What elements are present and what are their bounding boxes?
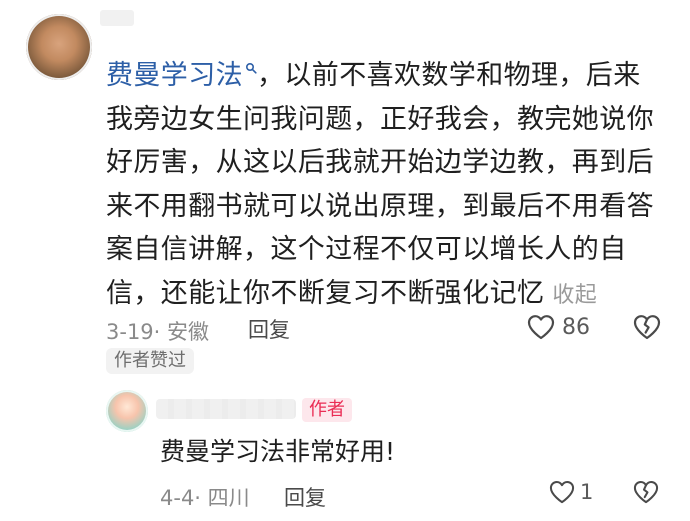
- reply-button[interactable]: 回复: [248, 314, 290, 344]
- reply-like-button[interactable]: 1: [548, 476, 593, 508]
- reply-meta: 4-4· 四川 回复 1: [160, 480, 680, 512]
- username-redacted: [100, 10, 134, 26]
- reply-text: 费曼学习法非常好用!: [160, 437, 396, 466]
- comment-text: ，以前不喜欢数学和物理，后来我旁边女生问我问题，正好我会，教完她说你好厉害，从这…: [106, 60, 654, 309]
- reply-date-location: 4-4· 四川: [160, 486, 250, 510]
- broken-heart-icon: [632, 480, 660, 504]
- collapse-link[interactable]: 收起: [552, 283, 597, 308]
- heart-icon: [526, 314, 556, 340]
- comment-body: 费曼学习法 ，以前不喜欢数学和物理，后来我旁边女生问我问题，正好我会，教完她说你…: [106, 54, 666, 317]
- avatar[interactable]: [26, 14, 92, 80]
- like-count: 86: [562, 314, 590, 340]
- author-tag: 作者: [302, 398, 352, 422]
- reply-reply-button[interactable]: 回复: [284, 482, 326, 512]
- reply: 作者 费曼学习法非常好用! 4-4· 四川 回复 1: [0, 380, 690, 521]
- comment-date-location: 3-19· 安徽: [106, 320, 210, 344]
- comment: 费曼学习法 ，以前不喜欢数学和物理，后来我旁边女生问我问题，正好我会，教完她说你…: [0, 0, 690, 380]
- search-icon[interactable]: [245, 62, 257, 74]
- mention-link[interactable]: 费曼学习法: [106, 60, 243, 91]
- author-liked-badge: 作者赞过: [106, 348, 194, 374]
- dislike-button[interactable]: [632, 310, 662, 344]
- broken-heart-icon: [632, 314, 662, 340]
- comment-meta: 3-19· 安徽 回复 86: [106, 310, 666, 344]
- like-button[interactable]: 86: [526, 310, 590, 344]
- heart-icon: [548, 480, 576, 504]
- reply-avatar[interactable]: [106, 390, 148, 432]
- reply-like-count: 1: [580, 480, 594, 504]
- reply-username-redacted: [156, 399, 296, 419]
- reply-dislike-button[interactable]: [632, 476, 660, 508]
